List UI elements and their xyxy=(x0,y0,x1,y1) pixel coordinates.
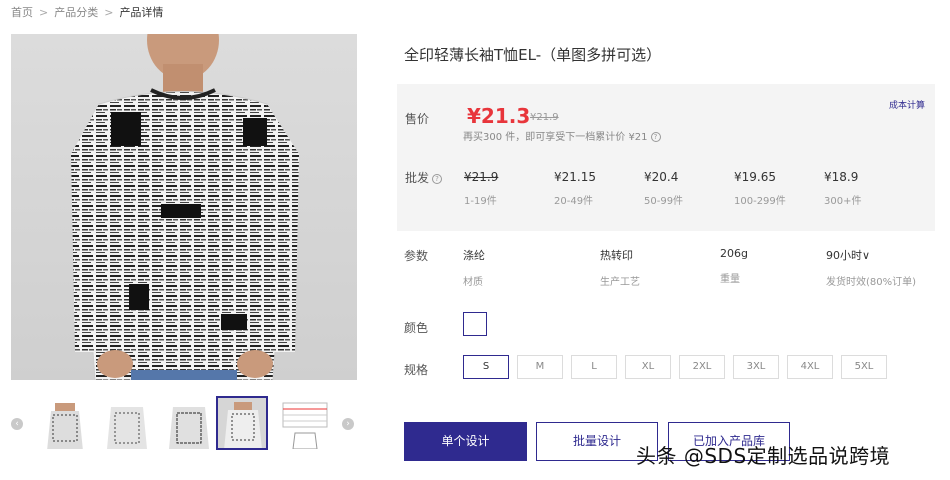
param-key: 材质 xyxy=(463,277,483,288)
thumbnail-4[interactable] xyxy=(216,396,268,450)
tier-price: ¥21.15 xyxy=(554,170,596,184)
breadcrumb-category[interactable]: 产品分类 xyxy=(54,6,98,19)
size-option-5xl[interactable]: 5XL xyxy=(841,355,887,379)
original-price: ¥21.9 xyxy=(530,112,559,123)
thumbnail-2[interactable] xyxy=(100,396,152,450)
param-material: 涤纶 材质 xyxy=(463,247,485,288)
size-option-2xl[interactable]: 2XL xyxy=(679,355,725,379)
product-title: 全印轻薄长袖T恤EL-（单图多拼可选） xyxy=(404,46,662,64)
question-icon[interactable]: ? xyxy=(432,174,443,184)
size-option-4xl[interactable]: 4XL xyxy=(787,355,833,379)
question-icon[interactable]: ? xyxy=(650,132,661,142)
param-key: 发货时效(80%订单) xyxy=(826,277,917,288)
wholesale-tier: ¥18.9 300+件 xyxy=(824,170,861,207)
thumbnail-1[interactable] xyxy=(38,396,90,450)
color-label: 颜色 xyxy=(404,321,429,335)
product-main-image xyxy=(11,34,357,380)
param-value: 206g xyxy=(720,247,748,260)
wholesale-tier: ¥19.65 100-299件 xyxy=(734,170,786,207)
size-option-s[interactable]: S xyxy=(463,355,509,379)
param-value: 热转印 xyxy=(600,249,633,262)
tier-price: ¥19.65 xyxy=(734,170,776,184)
param-key: 重量 xyxy=(720,274,740,285)
wholesale-label: 批发? xyxy=(405,169,443,186)
size-label: 规格 xyxy=(404,363,429,377)
breadcrumb: 首页 > 产品分类 > 产品详情 xyxy=(11,4,163,20)
thumbnail-3[interactable] xyxy=(162,396,214,450)
param-value[interactable]: 90小时∨ xyxy=(826,247,916,263)
tier-range: 20-49件 xyxy=(554,196,594,207)
breadcrumb-home[interactable]: 首页 xyxy=(11,6,33,19)
single-design-button[interactable]: 单个设计 xyxy=(404,422,527,461)
tier-price: ¥21.9 xyxy=(464,170,499,184)
param-shipping-time[interactable]: 90小时∨ 发货时效(80%订单) xyxy=(826,247,916,288)
price-label: 售价 xyxy=(405,112,430,126)
param-weight: 206g 重量 xyxy=(720,247,748,285)
size-option-l[interactable]: L xyxy=(571,355,617,379)
tier-note: 再买300 件，即可享受下一档累计价 ¥21? xyxy=(463,128,661,143)
wholesale-tier: ¥21.9 1-19件 xyxy=(464,170,498,207)
wholesale-tier: ¥21.15 20-49件 xyxy=(554,170,596,207)
cost-calculation-link[interactable]: 成本计算 xyxy=(889,98,925,111)
tier-price: ¥20.4 xyxy=(644,170,679,184)
size-option-m[interactable]: M xyxy=(517,355,563,379)
tier-range: 1-19件 xyxy=(464,196,497,207)
params-label: 参数 xyxy=(404,249,429,263)
tier-range: 100-299件 xyxy=(734,196,786,207)
breadcrumb-current: 产品详情 xyxy=(119,6,164,19)
tier-price: ¥18.9 xyxy=(824,170,859,184)
param-value: 涤纶 xyxy=(463,249,485,262)
wholesale-label-text: 批发 xyxy=(405,171,430,185)
wholesale-tier: ¥20.4 50-99件 xyxy=(644,170,683,207)
thumbnail-strip: ‹ › xyxy=(11,394,357,452)
color-swatch-white[interactable] xyxy=(463,312,487,336)
tier-range: 50-99件 xyxy=(644,196,684,207)
current-price: ¥21.3 xyxy=(467,104,531,128)
breadcrumb-separator: > xyxy=(39,6,49,19)
watermark: 头条 @SDS定制选品说跨境 xyxy=(636,444,891,468)
breadcrumb-separator: > xyxy=(104,6,114,19)
size-option-3xl[interactable]: 3XL xyxy=(733,355,779,379)
chevron-left-icon[interactable]: ‹ xyxy=(11,418,23,430)
size-option-xl[interactable]: XL xyxy=(625,355,671,379)
price-panel: 售价 ¥21.3 ¥21.9 再买300 件，即可享受下一档累计价 ¥21? 成… xyxy=(397,84,935,231)
param-process: 热转印 生产工艺 xyxy=(600,247,640,288)
tier-range: 300+件 xyxy=(824,196,862,207)
param-key: 生产工艺 xyxy=(600,277,640,288)
thumbnail-5-size-chart[interactable] xyxy=(278,396,330,450)
chevron-right-icon[interactable]: › xyxy=(342,418,354,430)
tier-note-text: 再买300 件，即可享受下一档累计价 ¥21 xyxy=(463,132,648,143)
